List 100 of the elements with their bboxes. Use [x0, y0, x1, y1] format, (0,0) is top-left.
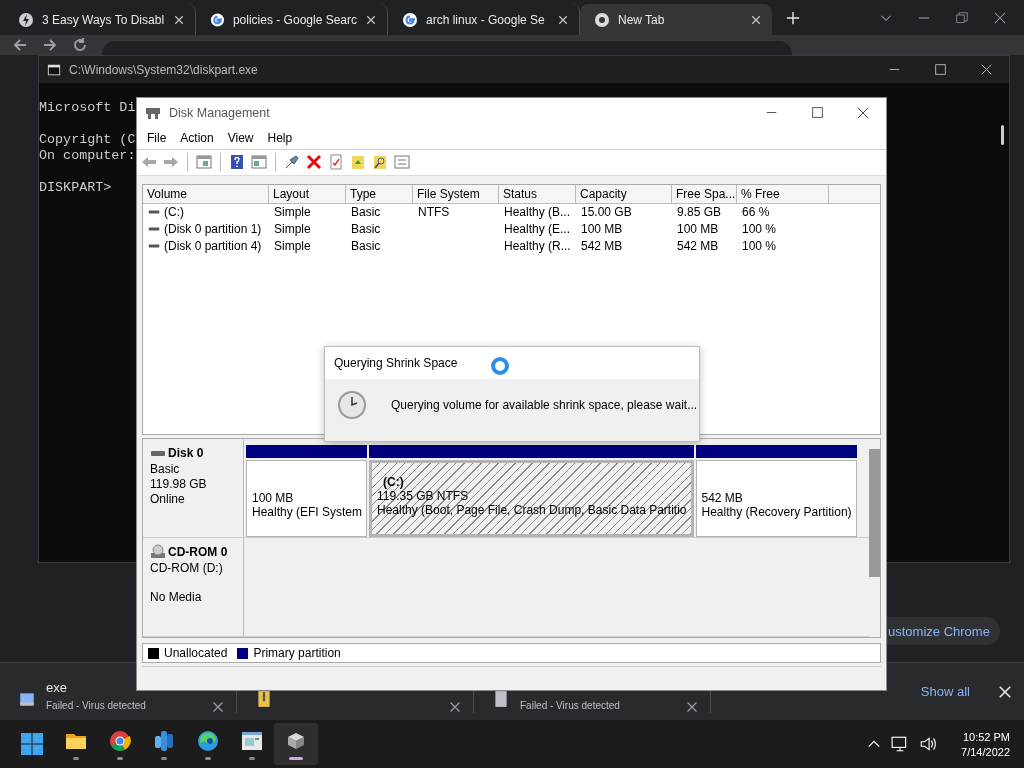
new-tab-icon[interactable] — [786, 10, 800, 25]
forward-icon[interactable] — [42, 37, 58, 53]
close-icon[interactable] — [449, 700, 461, 713]
table-cell: (Disk 0 partition 1) — [164, 222, 262, 237]
search-icon[interactable] — [372, 154, 388, 171]
maximize-icon[interactable] — [811, 107, 823, 119]
legend-label: Unallocated — [164, 646, 228, 661]
console-line: Microsoft Di — [39, 100, 136, 116]
column-header[interactable]: Layout — [269, 184, 346, 203]
console-icon — [47, 62, 61, 77]
close-icon[interactable] — [750, 13, 762, 26]
disk-detail: Online — [150, 492, 186, 507]
close-icon[interactable] — [212, 700, 224, 713]
dialog-message: Querying volume for available shrink space, please wait... — [391, 398, 698, 412]
close-icon[interactable] — [994, 11, 1006, 24]
table-cell: Simple — [274, 222, 311, 237]
menu-item[interactable]: File — [140, 131, 174, 146]
delete-icon[interactable] — [306, 154, 322, 171]
window-title: Disk Management — [169, 105, 270, 120]
column-header[interactable]: Volume — [143, 184, 269, 203]
app-icon[interactable] — [152, 728, 176, 753]
close-icon[interactable] — [557, 13, 569, 26]
menu-item[interactable]: Help — [260, 131, 300, 146]
column-header[interactable]: Free Spa... — [672, 184, 737, 203]
column-header[interactable]: Status — [499, 184, 576, 203]
table-cell: Healthy (E... — [504, 222, 571, 237]
close-icon[interactable] — [857, 106, 869, 119]
busy-cursor-icon — [490, 356, 510, 376]
file-icon — [492, 689, 510, 708]
table-cell: 66 % — [742, 205, 770, 220]
panel-icon[interactable] — [251, 154, 267, 171]
partition-text: 542 MB — [701, 491, 744, 506]
customize-button[interactable]: ustomize Chrome — [887, 617, 1000, 645]
table-cell: (C:) — [164, 205, 184, 220]
table-cell: 100 % — [742, 222, 777, 237]
column-header[interactable]: Capacity — [576, 184, 672, 203]
table-cell: 100 MB — [581, 222, 623, 237]
disk-detail: No Media — [150, 590, 203, 605]
table-cell: Simple — [274, 239, 311, 254]
browser-tab[interactable]: New Tab — [580, 4, 772, 35]
menu-item[interactable]: Action — [173, 131, 221, 146]
download-status: Failed - Virus detected — [520, 699, 621, 711]
scrollbar-thumb[interactable] — [1000, 125, 1004, 145]
console-line: On computer: — [39, 148, 136, 164]
panel-icon[interactable] — [196, 154, 212, 171]
column-header[interactable]: File System — [413, 184, 499, 203]
partition-text: 100 MB — [252, 491, 295, 506]
column-header[interactable]: Type — [346, 184, 413, 203]
bolt-icon — [18, 11, 34, 28]
cd-drive-icon — [150, 544, 166, 561]
checklist-icon[interactable] — [328, 154, 344, 171]
clock-icon — [337, 390, 367, 420]
table-cell: 100 MB — [677, 222, 719, 237]
maximize-icon[interactable] — [934, 64, 946, 75]
close-icon[interactable] — [686, 700, 698, 713]
partition-text: 119.35 GB NTFS — [377, 489, 470, 504]
table-cell: 100 % — [742, 239, 777, 254]
restore-icon[interactable] — [956, 11, 968, 24]
download-status: Failed - Virus detected — [46, 699, 147, 711]
clock[interactable]: 10:52 PM 7/14/2022 — [961, 730, 1010, 758]
help-icon[interactable] — [229, 154, 245, 171]
menu-item[interactable]: View — [220, 131, 261, 146]
close-icon[interactable] — [365, 13, 377, 26]
close-icon[interactable] — [173, 13, 185, 26]
partition-block[interactable]: 100 MB Healthy (EFI System — [246, 460, 368, 538]
back-icon[interactable] — [12, 37, 28, 53]
zip-icon — [255, 689, 273, 708]
console-line: Copyright (C — [39, 132, 136, 148]
column-header[interactable]: % Free — [737, 184, 829, 203]
scrollbar-thumb[interactable] — [868, 449, 880, 578]
window-title: C:\Windows\System32\diskpart.exe — [69, 62, 258, 77]
table-cell: 15.00 GB — [581, 205, 632, 220]
google-icon — [210, 11, 225, 28]
reload-icon[interactable] — [72, 37, 88, 53]
close-icon[interactable] — [980, 64, 992, 75]
show-all-link[interactable]: Show all — [920, 684, 970, 699]
console-line: DISKPART> — [39, 180, 112, 196]
chrome-icon — [594, 11, 610, 28]
table-cell: Simple — [274, 205, 311, 220]
partition-block[interactable]: (C:) 119.35 GB NTFS Healthy (Boot, Page File, Crash Dump, Basic Data Partitio — [369, 460, 694, 538]
table-cell: Basic — [351, 205, 381, 220]
start-icon[interactable] — [20, 732, 44, 756]
table-cell: 542 MB — [677, 239, 719, 254]
table-cell: (Disk 0 partition 4) — [164, 239, 262, 254]
taskbar-button[interactable] — [274, 723, 318, 765]
partition-text: Healthy (EFI System — [252, 505, 363, 520]
disk-detail: Basic — [150, 462, 181, 477]
disk-name: Disk 0 — [168, 446, 204, 461]
browser-icon[interactable] — [196, 728, 220, 753]
partition-text: Healthy (Boot, Page File, Crash Dump, Basic Data Partitio — [377, 503, 687, 518]
browser-icon[interactable] — [108, 728, 132, 753]
legend-label: Primary partition — [253, 646, 341, 661]
partition-block[interactable]: 542 MB Healthy (Recovery Partition) — [695, 460, 857, 538]
table-cell: Basic — [351, 222, 381, 237]
table-cell: NTFS — [418, 205, 450, 220]
table-cell: 9.85 GB — [677, 205, 722, 220]
file-name: exe — [46, 679, 68, 695]
google-icon — [402, 11, 418, 28]
volume-icon[interactable] — [919, 735, 938, 753]
disk-name: CD-ROM 0 — [168, 545, 228, 560]
